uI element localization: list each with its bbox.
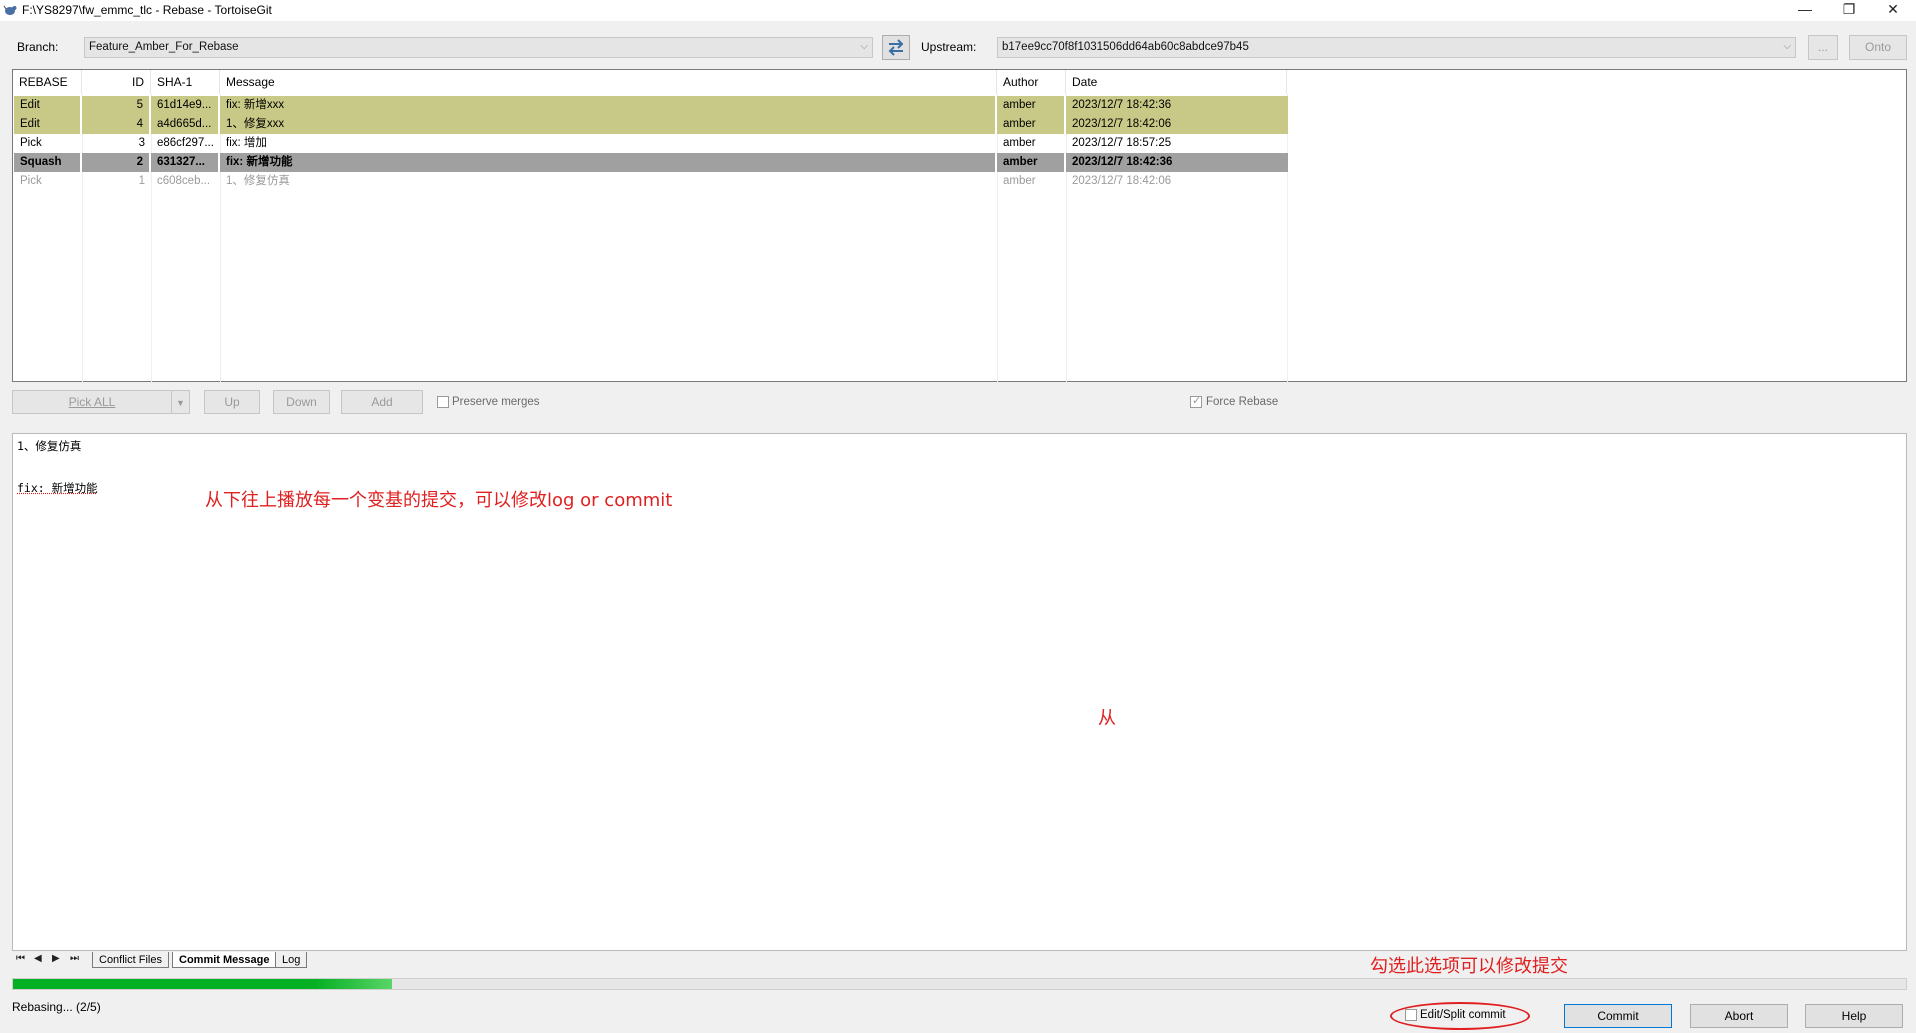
minimize-button[interactable]: — <box>1782 0 1828 21</box>
pick-all-button[interactable]: Pick ALL <box>12 390 172 414</box>
edit-split-commit-label: Edit/Split commit <box>1420 1009 1506 1021</box>
restore-icon: ❐ <box>1842 1 1856 17</box>
title-bar: F:\YS8297\fw_emmc_tlc - Rebase - Tortois… <box>0 0 1916 21</box>
pick-all-dropdown[interactable]: ▼ <box>171 390 190 414</box>
message-line: fix: 新增功能 <box>17 481 98 495</box>
commit-row[interactable]: Edit 5 61d14e9... fix: 新增xxx amber 2023/… <box>14 96 1288 115</box>
row-id: 1 <box>138 175 145 187</box>
row-action: Pick <box>20 137 42 149</box>
upstream-label: Upstream: <box>921 40 977 54</box>
onto-button[interactable]: Onto <box>1849 35 1907 60</box>
swap-branch-button[interactable] <box>882 35 910 60</box>
column-header-id[interactable]: ID <box>82 70 151 94</box>
annotation-text: 勾选此选项可以修改提交 <box>1370 956 1568 977</box>
first-tab-icon[interactable]: ⏮ <box>16 953 25 964</box>
column-header-author[interactable]: Author <box>997 70 1066 94</box>
commit-row[interactable]: Edit 4 a4d665d... 1、修复xxx amber 2023/12/… <box>14 115 1288 134</box>
abort-button[interactable]: Abort <box>1690 1004 1788 1028</box>
last-tab-icon[interactable]: ⏭ <box>70 953 79 964</box>
row-action: Edit <box>14 96 82 115</box>
window-title: F:\YS8297\fw_emmc_tlc - Rebase - Tortois… <box>22 3 272 17</box>
row-author: amber <box>997 115 1066 134</box>
row-date: 2023/12/7 18:42:06 <box>1072 118 1172 130</box>
edit-split-commit-checkbox[interactable] <box>1405 1009 1417 1021</box>
down-button[interactable]: Down <box>273 390 330 414</box>
preserve-merges-label: Preserve merges <box>452 396 540 408</box>
row-id: 3 <box>138 137 145 149</box>
row-action: Squash <box>14 153 82 172</box>
row-sha: 61d14e9... <box>151 96 220 115</box>
commit-row[interactable]: Pick 1 c608ceb... 1、修复仿真 amber 2023/12/7… <box>14 172 1288 191</box>
row-date: 2023/12/7 18:42:36 <box>1072 99 1172 111</box>
branch-label: Branch: <box>17 40 59 54</box>
row-author: amber <box>997 153 1066 172</box>
tortoisegit-icon <box>3 5 17 15</box>
prev-tab-icon[interactable]: ◀ <box>34 953 42 964</box>
tab-log[interactable]: Log <box>275 952 308 968</box>
commit-button[interactable]: Commit <box>1564 1004 1672 1028</box>
row-date: 2023/12/7 18:57:25 <box>1072 137 1172 149</box>
row-message: 1、修复仿真 <box>226 175 290 187</box>
tab-commit-message[interactable]: Commit Message <box>172 952 277 968</box>
upstream-value: b17ee9cc70f8f1031506dd64ab60c8abdce97b45 <box>1002 41 1249 53</box>
column-header-date[interactable]: Date <box>1066 70 1287 94</box>
row-sha: e86cf297... <box>157 137 214 149</box>
minimize-icon: — <box>1798 1 1812 17</box>
progress-fill <box>13 979 392 989</box>
up-button[interactable]: Up <box>204 390 260 414</box>
chevron-down-icon: ⌵ <box>860 41 868 52</box>
row-id: 4 <box>82 115 151 134</box>
row-author: amber <box>997 96 1066 115</box>
annotation-text: 从 <box>1098 708 1116 729</box>
row-sha: c608ceb... <box>157 175 211 187</box>
row-message: fix: 新增功能 <box>220 153 997 172</box>
message-line: 1、修复仿真 <box>17 439 82 453</box>
commit-row-selected[interactable]: Squash 2 631327... fix: 新增功能 amber 2023/… <box>14 153 1288 172</box>
force-rebase-label: Force Rebase <box>1206 396 1279 408</box>
upstream-combo[interactable]: b17ee9cc70f8f1031506dd64ab60c8abdce97b45… <box>997 37 1796 58</box>
swap-arrows-icon <box>888 39 904 56</box>
row-date: 2023/12/7 18:42:06 <box>1072 175 1172 187</box>
column-header-message[interactable]: Message <box>220 70 997 94</box>
branch-combo[interactable]: Feature_Amber_For_Rebase ⌵ <box>84 37 873 58</box>
row-date: 2023/12/7 18:42:36 <box>1072 156 1173 168</box>
row-author: amber <box>1003 137 1036 149</box>
help-button[interactable]: Help <box>1805 1004 1903 1028</box>
commit-row[interactable]: Pick 3 e86cf297... fix: 增加 amber 2023/12… <box>14 134 1288 153</box>
row-sha: 631327... <box>151 153 220 172</box>
chevron-down-icon: ⌵ <box>1783 41 1791 52</box>
force-rebase-checkbox[interactable] <box>1190 394 1202 408</box>
row-id: 5 <box>82 96 151 115</box>
row-message: fix: 增加 <box>226 137 267 149</box>
row-action: Pick <box>20 175 42 187</box>
row-sha: a4d665d... <box>151 115 220 134</box>
dropdown-arrow-icon: ▼ <box>176 398 185 408</box>
status-text: Rebasing... (2/5) <box>12 1000 101 1014</box>
row-message: fix: 新增xxx <box>220 96 997 115</box>
close-icon: ✕ <box>1887 1 1899 17</box>
column-header-rebase[interactable]: REBASE <box>13 70 82 94</box>
rebase-progress-bar <box>12 978 1907 990</box>
row-author: amber <box>1003 175 1036 187</box>
bottom-tab-bar: ⏮ ◀ ▶ ⏭ Conflict Files Commit Message Lo… <box>12 952 432 970</box>
restore-button[interactable]: ❐ <box>1826 0 1872 21</box>
close-button[interactable]: ✕ <box>1870 0 1916 21</box>
tab-conflict-files[interactable]: Conflict Files <box>92 952 169 968</box>
branch-value: Feature_Amber_For_Rebase <box>89 41 239 53</box>
preserve-merges-checkbox[interactable] <box>437 396 449 408</box>
next-tab-icon[interactable]: ▶ <box>52 953 60 964</box>
add-button[interactable]: Add <box>341 390 423 414</box>
row-id: 2 <box>82 153 151 172</box>
browse-upstream-button[interactable]: ... <box>1808 35 1838 60</box>
commit-list[interactable]: REBASE ID SHA-1 Message Author Date Edit… <box>12 69 1907 382</box>
row-action: Edit <box>14 115 82 134</box>
annotation-text: 从下往上播放每一个变基的提交，可以修改log or commit <box>205 490 673 511</box>
commit-message-editor[interactable]: 1、修复仿真 fix: 新增功能 从下往上播放每一个变基的提交，可以修改log … <box>12 433 1907 951</box>
column-header-sha[interactable]: SHA-1 <box>151 70 220 94</box>
row-message: 1、修复xxx <box>220 115 997 134</box>
